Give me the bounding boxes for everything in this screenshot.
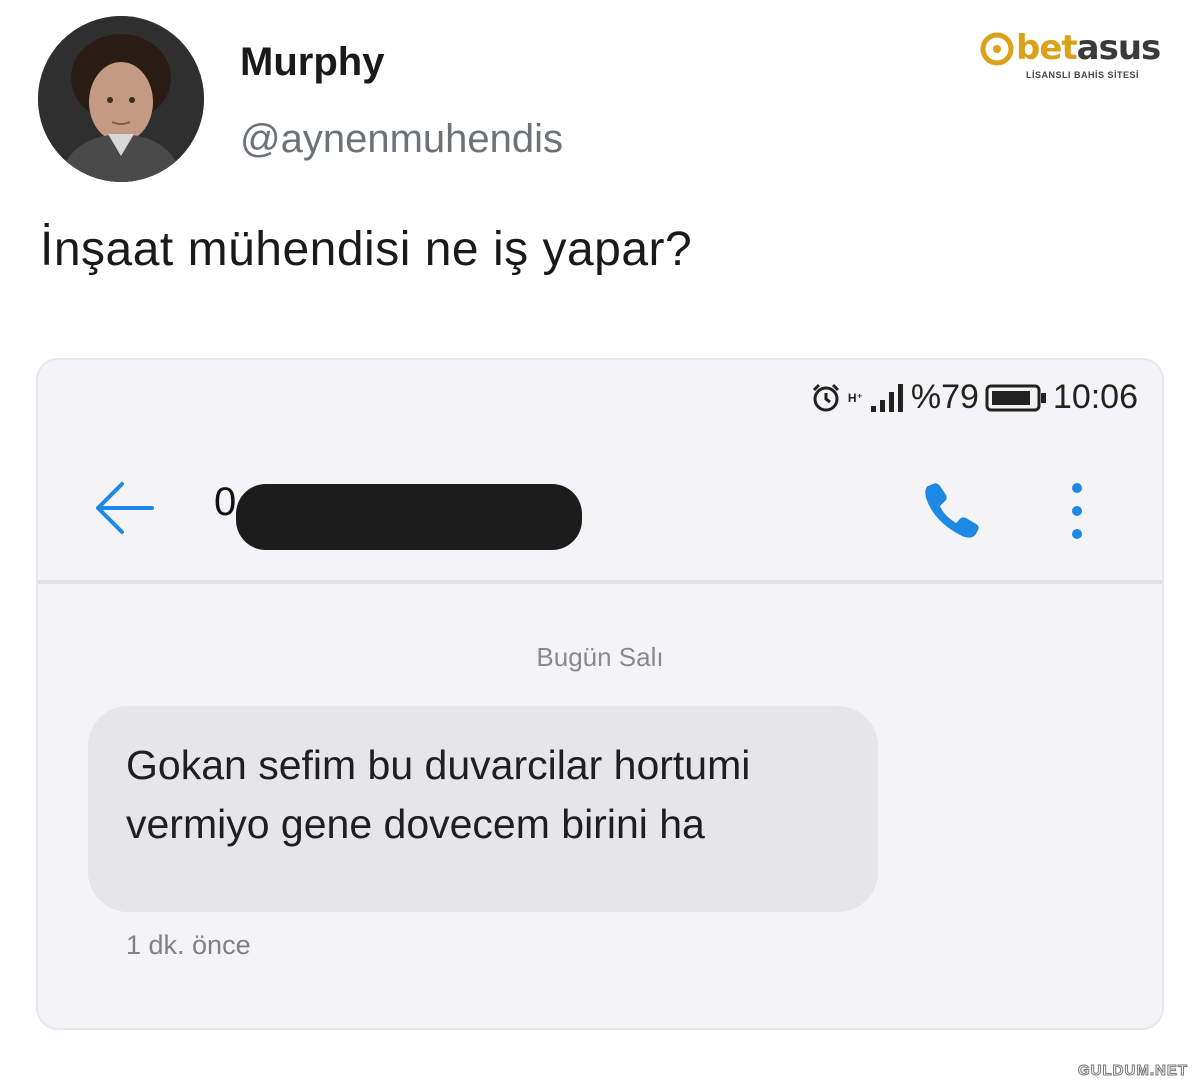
status-bar: H⁺ %79 10:06	[810, 378, 1138, 417]
redaction-bar	[236, 484, 582, 550]
logo-wordmark: betasus	[1016, 28, 1162, 68]
phone-icon	[925, 483, 979, 538]
logo-tagline: LİSANSLI BAHİS SİTESİ	[1026, 70, 1140, 80]
message-bubble[interactable]: Gokan sefim bu duvarcilar hortumi vermiy…	[88, 706, 878, 912]
conversation-header: 0	[38, 440, 1162, 580]
logo-suffix: asus	[1076, 28, 1162, 68]
battery-icon	[985, 384, 1046, 411]
logo-prefix: bet	[1016, 28, 1078, 68]
watermark: GULDUM.NET	[1074, 1061, 1192, 1080]
display-name[interactable]: Murphy	[240, 40, 384, 85]
user-handle[interactable]: @aynenmuhendis	[240, 117, 563, 162]
more-vertical-icon	[1072, 483, 1082, 539]
signal-icon	[870, 383, 903, 412]
call-button[interactable]	[918, 478, 988, 544]
avatar[interactable]	[38, 16, 204, 182]
tweet-text: İnşaat mühendisi ne iş yapar?	[40, 223, 693, 276]
sms-screenshot: H⁺ %79 10:06 0 Bugün Salı Gokan sefim bu…	[36, 358, 1164, 1030]
date-separator: Bugün Salı	[536, 642, 664, 672]
brand-logo: betasus LİSANSLI BAHİS SİTESİ	[980, 26, 1165, 86]
alarm-icon	[812, 383, 839, 411]
logo-mark-icon	[980, 32, 1014, 66]
more-options-button[interactable]	[1062, 478, 1092, 544]
arrow-left-icon	[96, 482, 154, 534]
user-avatar-icon	[38, 16, 204, 182]
header-divider	[38, 580, 1162, 584]
contact-number[interactable]: 0	[214, 480, 236, 525]
network-type: H⁺	[847, 390, 863, 405]
clock: 10:06	[1052, 378, 1138, 416]
message-timestamp: 1 dk. önce	[126, 930, 251, 960]
back-button[interactable]	[90, 476, 160, 540]
battery-percent: %79	[910, 378, 979, 416]
